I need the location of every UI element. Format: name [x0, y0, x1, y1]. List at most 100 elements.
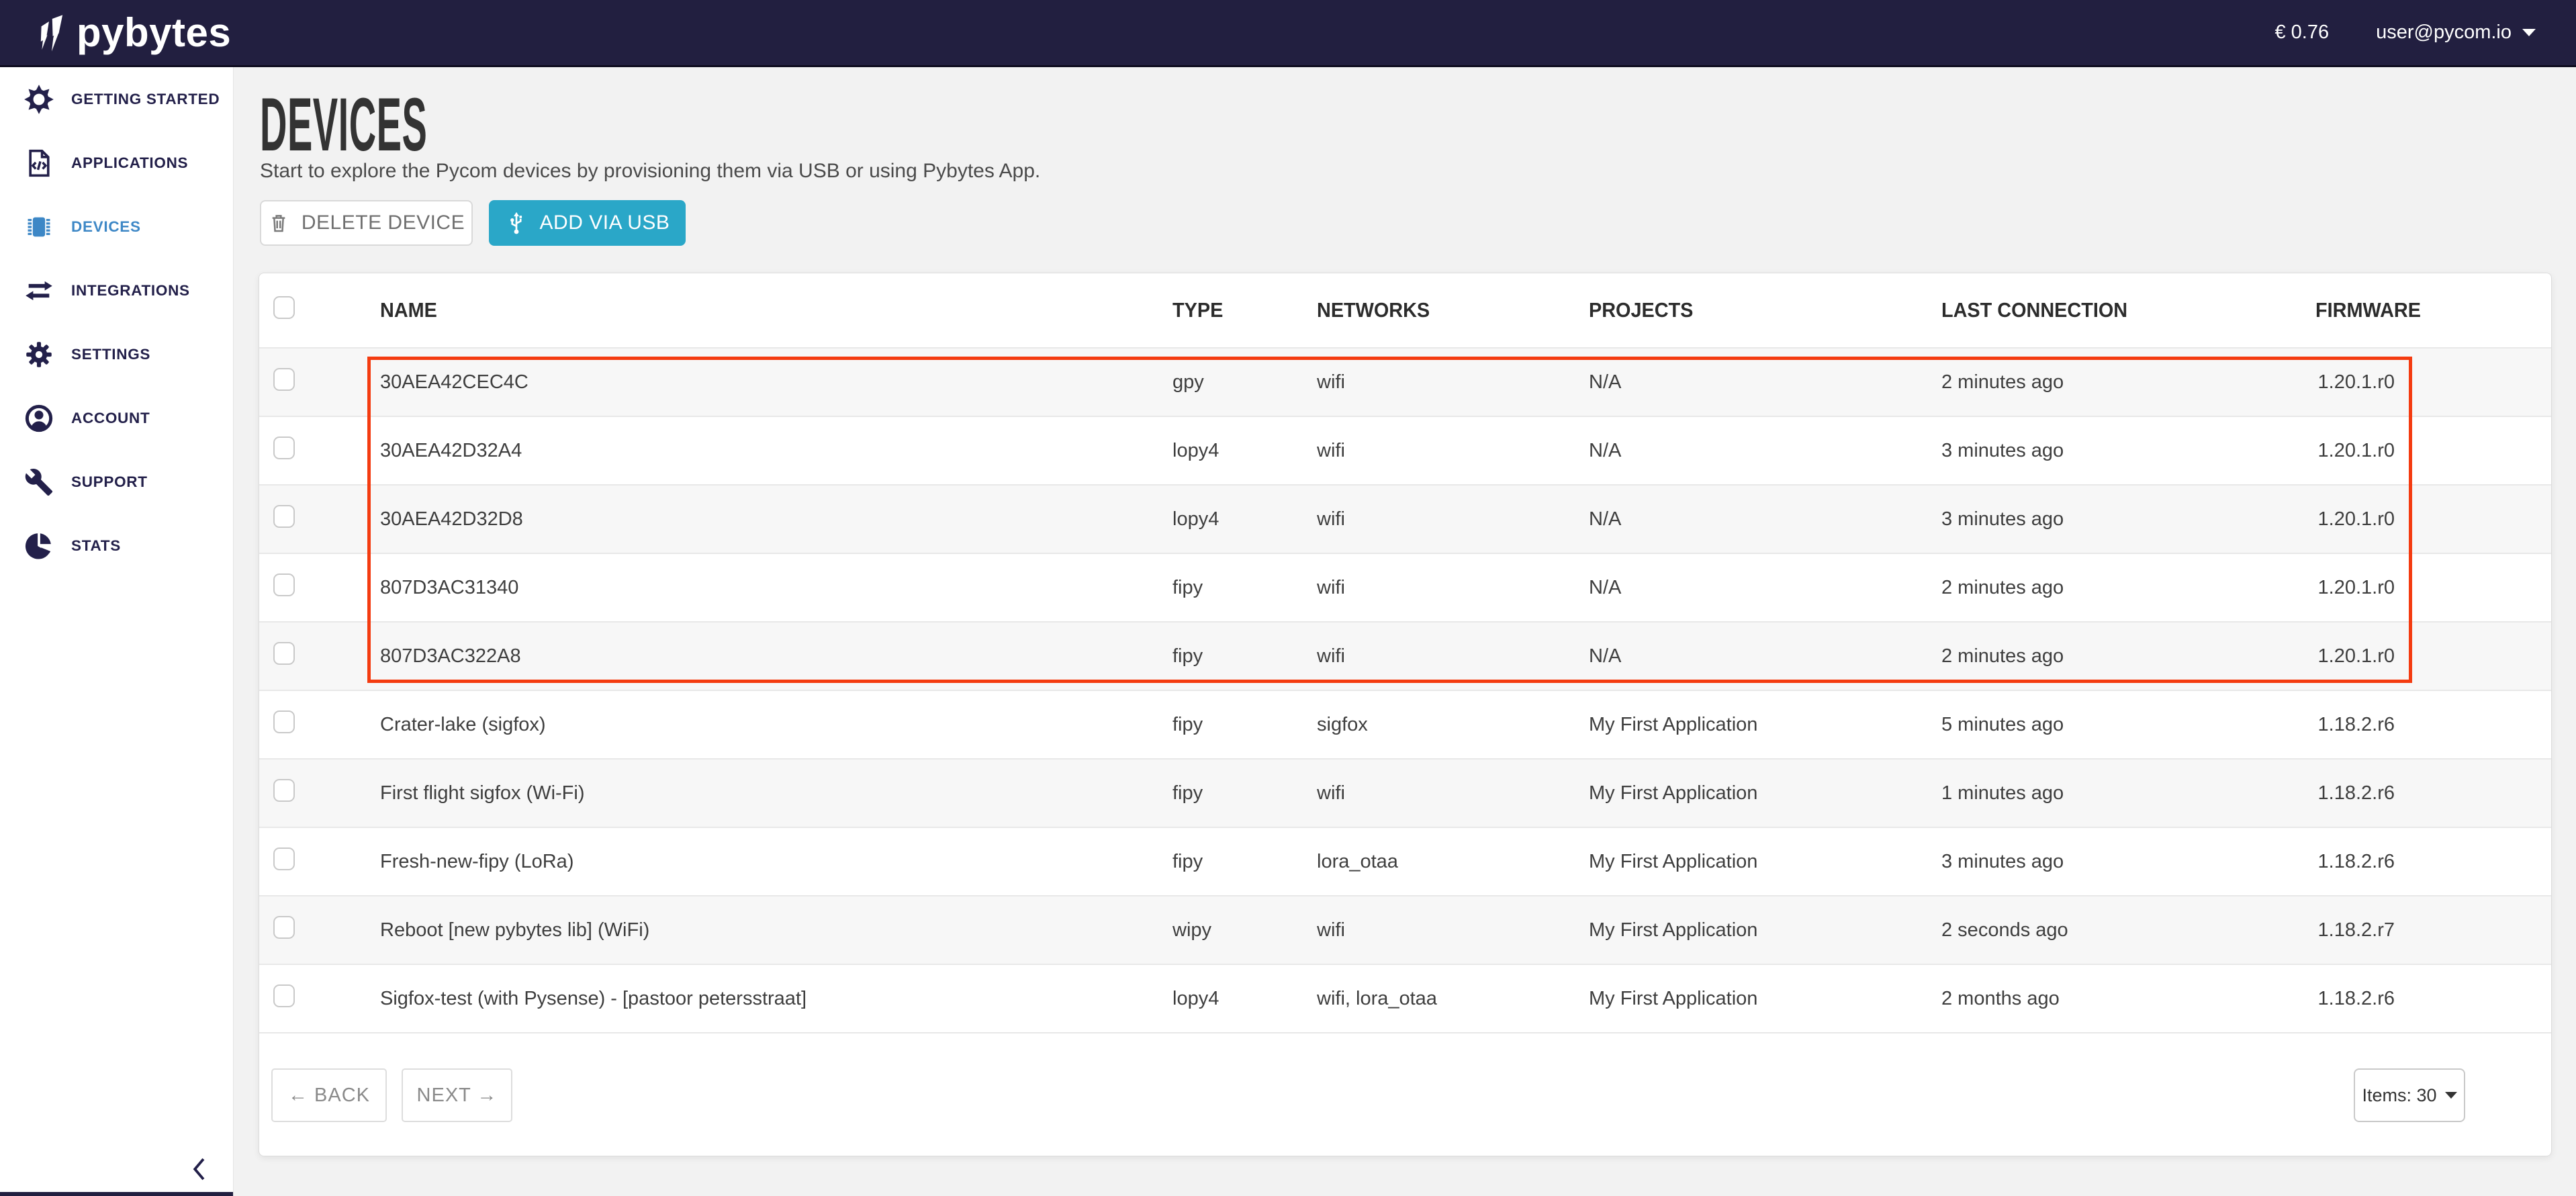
table-row[interactable]: 30AEA42D32D8 lopy4 wifi N/A 3 minutes ag…	[259, 484, 2551, 553]
row-checkbox[interactable]	[273, 642, 295, 665]
sidebar-item-getting-started[interactable]: GETTING STARTED	[0, 67, 233, 131]
sidebar-item-applications[interactable]: APPLICATIONS	[0, 131, 233, 195]
row-checkbox[interactable]	[273, 779, 295, 802]
sidebar-item-devices[interactable]: DEVICES	[0, 195, 233, 259]
pie-chart-icon	[23, 530, 55, 562]
chevron-left-icon	[189, 1156, 209, 1182]
row-checkbox[interactable]	[273, 505, 295, 528]
device-last-connection: 2 months ago	[1925, 988, 2297, 1010]
row-checkbox[interactable]	[273, 573, 295, 596]
sidebar-nav: GETTING STARTED APPLICATIONS	[0, 67, 233, 578]
device-name[interactable]: 30AEA42D32D8	[363, 508, 1156, 531]
device-projects: My First Application	[1572, 851, 1925, 873]
device-projects: My First Application	[1572, 714, 1925, 736]
row-checkbox[interactable]	[273, 916, 295, 939]
device-projects: N/A	[1572, 440, 1925, 462]
device-networks: lora_otaa	[1300, 851, 1572, 873]
device-firmware: 1.18.2.r6	[2297, 782, 2425, 804]
device-firmware: 1.18.2.r6	[2297, 714, 2425, 736]
items-per-page-dropdown[interactable]: Items: 30	[2354, 1068, 2465, 1122]
delete-device-button[interactable]: DELETE DEVICE	[260, 200, 473, 246]
device-networks: wifi	[1300, 645, 1572, 668]
table-row[interactable]: Sigfox-test (with Pysense) - [pastoor pe…	[259, 964, 2551, 1032]
add-via-usb-label: ADD VIA USB	[540, 212, 670, 234]
device-name[interactable]: 807D3AC31340	[363, 577, 1156, 599]
device-name[interactable]: First flight sigfox (Wi-Fi)	[363, 782, 1156, 804]
row-checkbox[interactable]	[273, 710, 295, 733]
row-checkbox[interactable]	[273, 847, 295, 870]
caret-down-icon	[2445, 1091, 2457, 1099]
device-name[interactable]: 30AEA42CEC4C	[363, 371, 1156, 394]
device-type: lopy4	[1156, 988, 1300, 1010]
usb-icon	[505, 210, 528, 236]
col-header-firmware: FIRMWARE	[2297, 298, 2425, 322]
trash-icon	[268, 212, 289, 234]
device-firmware: 1.20.1.r0	[2297, 577, 2425, 599]
device-name[interactable]: Sigfox-test (with Pysense) - [pastoor pe…	[363, 988, 1156, 1010]
user-menu-button[interactable]: user@pycom.io	[2376, 21, 2536, 44]
sidebar: GETTING STARTED APPLICATIONS	[0, 67, 234, 1196]
device-projects: My First Application	[1572, 782, 1925, 804]
device-last-connection: 2 minutes ago	[1925, 577, 2297, 599]
table-row[interactable]: 30AEA42D32A4 lopy4 wifi N/A 3 minutes ag…	[259, 416, 2551, 484]
table-row[interactable]: Reboot [new pybytes lib] (WiFi) wipy wif…	[259, 895, 2551, 964]
table-row[interactable]: 807D3AC322A8 fipy wifi N/A 2 minutes ago…	[259, 621, 2551, 690]
sidebar-item-integrations[interactable]: INTEGRATIONS	[0, 259, 233, 322]
row-checkbox[interactable]	[273, 984, 295, 1007]
device-type: lopy4	[1156, 508, 1300, 531]
device-firmware: 1.20.1.r0	[2297, 508, 2425, 531]
table-header-row: NAME TYPE NETWORKS PROJECTS LAST CONNECT…	[259, 273, 2551, 347]
action-buttons: DELETE DEVICE ADD VIA USB	[260, 200, 686, 246]
device-name[interactable]: Crater-lake (sigfox)	[363, 714, 1156, 736]
sidebar-item-label: INTEGRATIONS	[71, 282, 190, 300]
device-projects: N/A	[1572, 371, 1925, 394]
sidebar-item-stats[interactable]: STATS	[0, 514, 233, 578]
device-networks: wifi	[1300, 577, 1572, 599]
sidebar-collapse-button[interactable]	[183, 1153, 215, 1185]
logo-text: pybytes	[77, 13, 231, 53]
swap-arrows-icon	[23, 275, 55, 307]
col-header-type: TYPE	[1156, 298, 1300, 322]
device-networks: sigfox	[1300, 714, 1572, 736]
user-icon	[23, 402, 55, 434]
next-button[interactable]: NEXT →	[402, 1068, 512, 1122]
row-checkbox[interactable]	[273, 368, 295, 391]
device-firmware: 1.20.1.r0	[2297, 371, 2425, 394]
device-type: fipy	[1156, 577, 1300, 599]
select-all-checkbox[interactable]	[273, 296, 295, 319]
sidebar-item-label: SUPPORT	[71, 473, 148, 491]
table-row[interactable]: First flight sigfox (Wi-Fi) fipy wifi My…	[259, 758, 2551, 827]
table-footer: ← BACK NEXT → Items: 30	[259, 1031, 2551, 1156]
table-row[interactable]: 30AEA42CEC4C gpy wifi N/A 2 minutes ago …	[259, 347, 2551, 416]
device-last-connection: 3 minutes ago	[1925, 508, 2297, 531]
sidebar-item-support[interactable]: SUPPORT	[0, 450, 233, 514]
page-subtitle: Start to explore the Pycom devices by pr…	[260, 160, 1040, 183]
col-header-projects: PROJECTS	[1572, 298, 1925, 322]
pybytes-logo[interactable]: pybytes	[40, 13, 231, 53]
sidebar-item-settings[interactable]: SETTINGS	[0, 322, 233, 386]
devices-table-card: NAME TYPE NETWORKS PROJECTS LAST CONNECT…	[259, 273, 2552, 1156]
table-body: 30AEA42CEC4C gpy wifi N/A 2 minutes ago …	[259, 347, 2551, 1033]
device-last-connection: 3 minutes ago	[1925, 851, 2297, 873]
back-button[interactable]: ← BACK	[271, 1068, 387, 1122]
device-name[interactable]: Reboot [new pybytes lib] (WiFi)	[363, 919, 1156, 941]
device-name[interactable]: 807D3AC322A8	[363, 645, 1156, 668]
device-type: gpy	[1156, 371, 1300, 394]
topbar: pybytes € 0.76 user@pycom.io	[0, 0, 2576, 67]
device-type: lopy4	[1156, 440, 1300, 462]
sidebar-item-label: ACCOUNT	[71, 410, 150, 427]
device-projects: N/A	[1572, 508, 1925, 531]
device-name[interactable]: 30AEA42D32A4	[363, 440, 1156, 462]
add-via-usb-button[interactable]: ADD VIA USB	[489, 200, 686, 246]
sidebar-item-account[interactable]: ACCOUNT	[0, 386, 233, 450]
topbar-right: € 0.76 user@pycom.io	[2274, 21, 2536, 44]
table-row[interactable]: 807D3AC31340 fipy wifi N/A 2 minutes ago…	[259, 553, 2551, 621]
table-row[interactable]: Fresh-new-fipy (LoRa) fipy lora_otaa My …	[259, 827, 2551, 895]
row-checkbox[interactable]	[273, 436, 295, 459]
device-name[interactable]: Fresh-new-fipy (LoRa)	[363, 851, 1156, 873]
sidebar-item-label: GETTING STARTED	[71, 91, 220, 108]
gear-icon	[23, 338, 55, 371]
col-header-networks: NETWORKS	[1300, 298, 1572, 322]
sidebar-item-label: APPLICATIONS	[71, 154, 188, 172]
table-row[interactable]: Crater-lake (sigfox) fipy sigfox My Firs…	[259, 690, 2551, 758]
